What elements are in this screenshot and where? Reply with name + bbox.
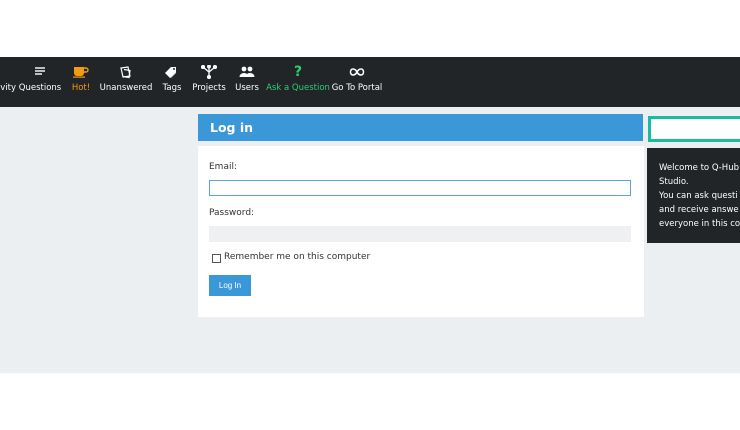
infinity-icon: [349, 65, 365, 79]
welcome-text: Welcome to Q-Hub Studio. You can ask que…: [659, 161, 740, 231]
nav-item-label: Tags: [162, 83, 182, 93]
nav-item-projects[interactable]: Projects: [192, 57, 226, 107]
nav-item-tags[interactable]: Tags: [160, 57, 184, 107]
nav-item-unanswered[interactable]: Unanswered: [99, 57, 153, 107]
nav-item-label: Projects: [192, 83, 226, 93]
nav-item-label: Questions: [18, 83, 62, 93]
email-field[interactable]: [209, 180, 631, 196]
nav-item-label: Hot!: [71, 83, 91, 93]
welcome-panel: Welcome to Q-Hub Studio. You can ask que…: [647, 148, 740, 243]
question-mark-icon: ?: [293, 64, 303, 80]
top-navbar: vity Questions Hot! Unanswered Tags Proj…: [0, 57, 740, 107]
remember-me-checkbox[interactable]: [212, 254, 221, 263]
nav-item-label: Go To Portal: [331, 83, 383, 93]
users-icon: [239, 65, 255, 79]
nav-item-go-to-portal[interactable]: Go To Portal: [332, 57, 382, 107]
projects-icon: [201, 65, 217, 79]
nav-item-users[interactable]: Users: [234, 57, 260, 107]
nav-item-label: vity: [0, 83, 16, 93]
page-title: Log in: [210, 120, 254, 135]
login-header: Log in: [198, 114, 643, 141]
nav-item-label: Unanswered: [99, 83, 153, 93]
password-field[interactable]: [209, 226, 631, 242]
welcome-line: You can ask questi: [659, 191, 738, 201]
password-label: Password:: [209, 208, 255, 218]
unanswered-icon: [119, 65, 133, 79]
nav-item-label: Users: [235, 83, 259, 93]
nav-item-questions[interactable]: Questions: [18, 57, 62, 107]
welcome-line: everyone in this co: [659, 219, 740, 229]
questions-icon: [34, 65, 46, 79]
welcome-line: Welcome to Q-Hub: [659, 163, 739, 173]
nav-item-ask-question[interactable]: ? Ask a Question: [266, 57, 330, 107]
login-button[interactable]: Log In: [209, 275, 251, 296]
remember-me-label[interactable]: Remember me on this computer: [224, 252, 370, 262]
login-form: Email: Password: Remember me on this com…: [198, 146, 644, 317]
search-input[interactable]: [648, 116, 740, 142]
tag-icon: [164, 65, 180, 79]
nav-item-hot[interactable]: Hot!: [68, 57, 94, 107]
welcome-line: and receive answe: [659, 205, 739, 215]
welcome-line: Studio.: [659, 177, 689, 187]
nav-item-activity[interactable]: vity: [0, 57, 16, 107]
hot-cup-icon: [73, 65, 89, 79]
nav-item-label: Ask a Question: [266, 83, 330, 93]
email-label: Email:: [209, 162, 238, 172]
